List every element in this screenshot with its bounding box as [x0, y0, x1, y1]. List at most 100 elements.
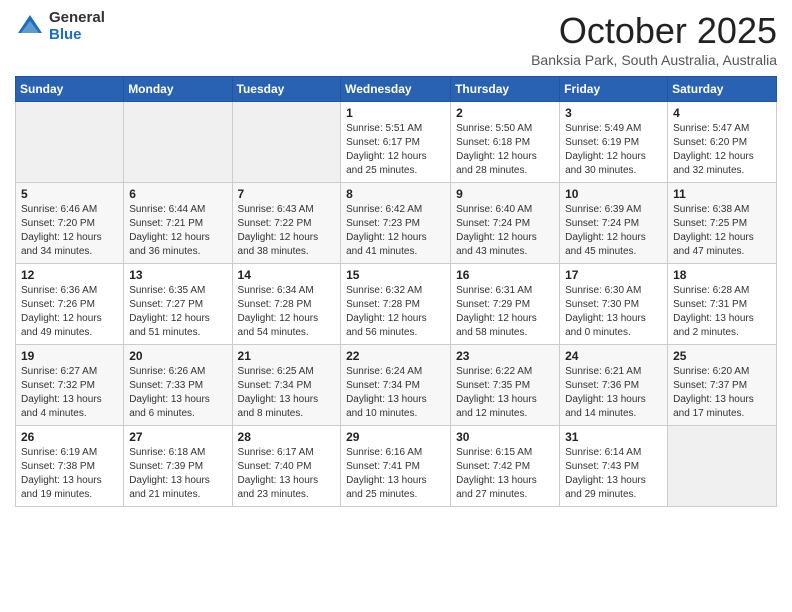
- day-number: 20: [129, 349, 226, 363]
- calendar-day-cell: 8 Sunrise: 6:42 AM Sunset: 7:23 PM Daylig…: [341, 183, 451, 264]
- day-of-week-header: Sunday: [16, 77, 124, 102]
- day-of-week-header: Thursday: [451, 77, 560, 102]
- day-info: Sunrise: 6:25 AM Sunset: 7:34 PM Dayligh…: [238, 365, 336, 421]
- calendar-day-cell: 28 Sunrise: 6:17 AM Sunset: 7:40 PM Dayli…: [232, 426, 341, 507]
- day-info: Sunrise: 6:40 AM Sunset: 7:24 PM Dayligh…: [456, 203, 554, 259]
- calendar-day-cell: 21Sunrise: 6:25 AM Sunset: 7:34 PM Dayli…: [232, 345, 341, 426]
- day-info: Sunrise: 6:42 AM Sunset: 7:23 PM Dayligh…: [346, 203, 445, 259]
- day-of-week-header: Tuesday: [232, 77, 341, 102]
- day-number: 11: [673, 187, 771, 201]
- day-info: Sunrise: 6:36 AM Sunset: 7:26 PM Dayligh…: [21, 284, 118, 340]
- calendar-week-row: 5Sunrise: 6:46 AM Sunset: 7:20 PM Daylig…: [16, 183, 777, 264]
- day-info: Sunrise: 6:34 AM Sunset: 7:28 PM Dayligh…: [238, 284, 336, 340]
- day-number: 8: [346, 187, 445, 201]
- day-info: Sunrise: 5:51 AM Sunset: 6:17 PM Dayligh…: [346, 122, 445, 178]
- calendar-day-cell: 3 Sunrise: 5:49 AM Sunset: 6:19 PM Daylig…: [560, 102, 668, 183]
- day-number: 1: [346, 106, 445, 120]
- calendar-day-cell: 22 Sunrise: 6:24 AM Sunset: 7:34 PM Dayli…: [341, 345, 451, 426]
- calendar-day-cell: 29Sunrise: 6:16 AM Sunset: 7:41 PM Dayli…: [341, 426, 451, 507]
- calendar-day-cell: 25 Sunrise: 6:20 AM Sunset: 7:37 PM Dayli…: [668, 345, 777, 426]
- calendar-day-cell: 17 Sunrise: 6:30 AM Sunset: 7:30 PM Dayli…: [560, 264, 668, 345]
- calendar-day-cell: 5Sunrise: 6:46 AM Sunset: 7:20 PM Daylig…: [16, 183, 124, 264]
- day-info: Sunrise: 6:16 AM Sunset: 7:41 PM Dayligh…: [346, 446, 445, 502]
- day-number: 13: [129, 268, 226, 282]
- calendar-day-cell: 18 Sunrise: 6:28 AM Sunset: 7:31 PM Dayli…: [668, 264, 777, 345]
- day-number: 5: [21, 187, 118, 201]
- day-info: Sunrise: 6:15 AM Sunset: 7:42 PM Dayligh…: [456, 446, 554, 502]
- day-info: Sunrise: 6:31 AM Sunset: 7:29 PM Dayligh…: [456, 284, 554, 340]
- calendar-day-cell: 9 Sunrise: 6:40 AM Sunset: 7:24 PM Daylig…: [451, 183, 560, 264]
- day-info: Sunrise: 6:44 AM Sunset: 7:21 PM Dayligh…: [129, 203, 226, 259]
- calendar-week-row: 26Sunrise: 6:19 AM Sunset: 7:38 PM Dayli…: [16, 426, 777, 507]
- title-block: October 2025 Banksia Park, South Austral…: [531, 10, 777, 68]
- page: General Blue October 2025 Banksia Park, …: [0, 0, 792, 612]
- day-info: Sunrise: 6:18 AM Sunset: 7:39 PM Dayligh…: [129, 446, 226, 502]
- day-info: Sunrise: 6:17 AM Sunset: 7:40 PM Dayligh…: [238, 446, 336, 502]
- calendar-day-cell: [232, 102, 341, 183]
- day-number: 6: [129, 187, 226, 201]
- logo: General Blue: [15, 10, 105, 43]
- day-info: Sunrise: 6:39 AM Sunset: 7:24 PM Dayligh…: [565, 203, 662, 259]
- calendar-day-cell: 31Sunrise: 6:14 AM Sunset: 7:43 PM Dayli…: [560, 426, 668, 507]
- calendar-header-row: SundayMondayTuesdayWednesdayThursdayFrid…: [16, 77, 777, 102]
- day-info: Sunrise: 6:22 AM Sunset: 7:35 PM Dayligh…: [456, 365, 554, 421]
- day-number: 10: [565, 187, 662, 201]
- calendar-day-cell: 24Sunrise: 6:21 AM Sunset: 7:36 PM Dayli…: [560, 345, 668, 426]
- day-number: 7: [238, 187, 336, 201]
- day-number: 3: [565, 106, 662, 120]
- calendar-day-cell: 19 Sunrise: 6:27 AM Sunset: 7:32 PM Dayli…: [16, 345, 124, 426]
- calendar-day-cell: 30 Sunrise: 6:15 AM Sunset: 7:42 PM Dayli…: [451, 426, 560, 507]
- logo-general-text: General: [49, 10, 105, 27]
- day-number: 12: [21, 268, 118, 282]
- logo-icon: [15, 12, 45, 42]
- day-info: Sunrise: 6:26 AM Sunset: 7:33 PM Dayligh…: [129, 365, 226, 421]
- day-number: 30: [456, 430, 554, 444]
- day-of-week-header: Saturday: [668, 77, 777, 102]
- day-info: Sunrise: 6:30 AM Sunset: 7:30 PM Dayligh…: [565, 284, 662, 340]
- day-info: Sunrise: 6:27 AM Sunset: 7:32 PM Dayligh…: [21, 365, 118, 421]
- day-number: 25: [673, 349, 771, 363]
- day-of-week-header: Monday: [124, 77, 232, 102]
- calendar-day-cell: 12 Sunrise: 6:36 AM Sunset: 7:26 PM Dayli…: [16, 264, 124, 345]
- day-number: 4: [673, 106, 771, 120]
- calendar-day-cell: 11 Sunrise: 6:38 AM Sunset: 7:25 PM Dayli…: [668, 183, 777, 264]
- day-number: 24: [565, 349, 662, 363]
- day-number: 17: [565, 268, 662, 282]
- header: General Blue October 2025 Banksia Park, …: [15, 10, 777, 68]
- day-number: 19: [21, 349, 118, 363]
- calendar-day-cell: 10 Sunrise: 6:39 AM Sunset: 7:24 PM Dayli…: [560, 183, 668, 264]
- day-number: 27: [129, 430, 226, 444]
- day-number: 28: [238, 430, 336, 444]
- day-number: 31: [565, 430, 662, 444]
- day-info: Sunrise: 6:43 AM Sunset: 7:22 PM Dayligh…: [238, 203, 336, 259]
- day-info: Sunrise: 6:20 AM Sunset: 7:37 PM Dayligh…: [673, 365, 771, 421]
- day-info: Sunrise: 6:38 AM Sunset: 7:25 PM Dayligh…: [673, 203, 771, 259]
- day-info: Sunrise: 6:28 AM Sunset: 7:31 PM Dayligh…: [673, 284, 771, 340]
- calendar-day-cell: 23 Sunrise: 6:22 AM Sunset: 7:35 PM Dayli…: [451, 345, 560, 426]
- month-title: October 2025: [531, 10, 777, 52]
- calendar-day-cell: 2Sunrise: 5:50 AM Sunset: 6:18 PM Daylig…: [451, 102, 560, 183]
- day-number: 9: [456, 187, 554, 201]
- calendar-day-cell: 7 Sunrise: 6:43 AM Sunset: 7:22 PM Daylig…: [232, 183, 341, 264]
- calendar-day-cell: [16, 102, 124, 183]
- day-number: 23: [456, 349, 554, 363]
- day-info: Sunrise: 6:35 AM Sunset: 7:27 PM Dayligh…: [129, 284, 226, 340]
- calendar-day-cell: 6 Sunrise: 6:44 AM Sunset: 7:21 PM Daylig…: [124, 183, 232, 264]
- logo-blue-text: Blue: [49, 27, 105, 44]
- calendar-day-cell: 14 Sunrise: 6:34 AM Sunset: 7:28 PM Dayli…: [232, 264, 341, 345]
- day-number: 22: [346, 349, 445, 363]
- day-of-week-header: Wednesday: [341, 77, 451, 102]
- calendar-day-cell: 4Sunrise: 5:47 AM Sunset: 6:20 PM Daylig…: [668, 102, 777, 183]
- day-number: 15: [346, 268, 445, 282]
- calendar-day-cell: 15Sunrise: 6:32 AM Sunset: 7:28 PM Dayli…: [341, 264, 451, 345]
- calendar-week-row: 1 Sunrise: 5:51 AM Sunset: 6:17 PM Daylig…: [16, 102, 777, 183]
- day-info: Sunrise: 5:49 AM Sunset: 6:19 PM Dayligh…: [565, 122, 662, 178]
- day-info: Sunrise: 5:50 AM Sunset: 6:18 PM Dayligh…: [456, 122, 554, 178]
- calendar-day-cell: 26Sunrise: 6:19 AM Sunset: 7:38 PM Dayli…: [16, 426, 124, 507]
- day-number: 18: [673, 268, 771, 282]
- calendar-day-cell: 16Sunrise: 6:31 AM Sunset: 7:29 PM Dayli…: [451, 264, 560, 345]
- location-subtitle: Banksia Park, South Australia, Australia: [531, 52, 777, 68]
- calendar-day-cell: 20 Sunrise: 6:26 AM Sunset: 7:33 PM Dayli…: [124, 345, 232, 426]
- day-number: 14: [238, 268, 336, 282]
- day-info: Sunrise: 6:24 AM Sunset: 7:34 PM Dayligh…: [346, 365, 445, 421]
